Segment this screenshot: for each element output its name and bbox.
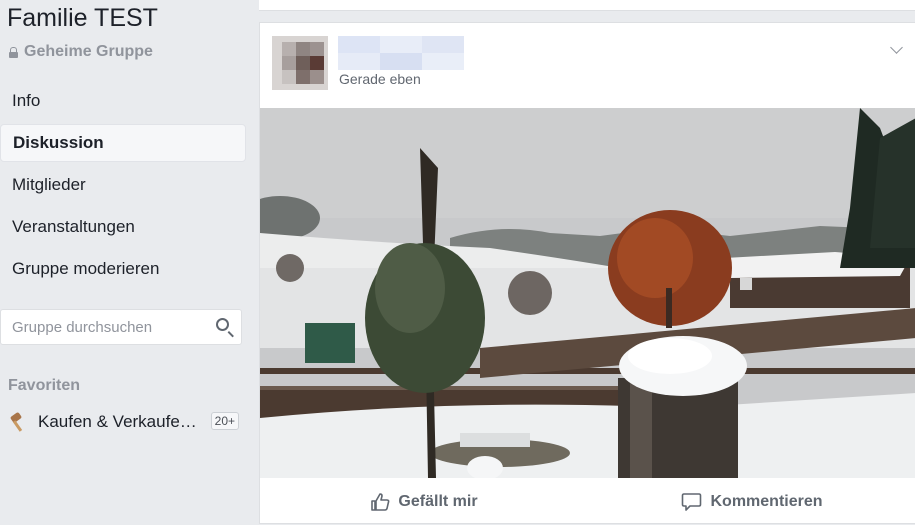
- comment-label: Kommentieren: [710, 492, 823, 510]
- post-card: Gerade eben Gefällt mir Kommentieren: [259, 22, 915, 524]
- post-timestamp[interactable]: Gerade eben: [339, 71, 421, 87]
- group-sidebar: Familie TEST Geheime Gruppe Info Diskuss…: [0, 0, 258, 524]
- gavel-icon: [6, 412, 28, 432]
- group-title[interactable]: Familie TEST: [7, 4, 158, 33]
- favorite-item-kaufen-verkaufen[interactable]: Kaufen & Verkaufe… 20+: [6, 410, 242, 434]
- nav-item-gruppe-moderieren[interactable]: Gruppe moderieren: [0, 250, 246, 288]
- favorites-heading: Favoriten: [8, 377, 81, 394]
- group-privacy: Geheime Gruppe: [9, 43, 153, 61]
- nav-item-mitglieder[interactable]: Mitglieder: [0, 166, 246, 204]
- post-actions: Gefällt mir Kommentieren: [260, 478, 915, 525]
- author-name-blurred[interactable]: [338, 36, 464, 70]
- nav-item-info[interactable]: Info: [0, 82, 246, 120]
- search-placeholder: Gruppe durchsuchen: [12, 319, 153, 336]
- comment-icon: [682, 492, 702, 511]
- like-button[interactable]: Gefällt mir: [260, 478, 588, 525]
- notification-badge: 20+: [210, 412, 239, 430]
- group-nav: Info Diskussion Mitglieder Veranstaltung…: [0, 82, 246, 292]
- chevron-down-icon[interactable]: [890, 41, 903, 54]
- nav-item-diskussion[interactable]: Diskussion: [0, 124, 246, 162]
- group-search-input[interactable]: Gruppe durchsuchen: [0, 309, 242, 345]
- nav-item-veranstaltungen[interactable]: Veranstaltungen: [0, 208, 246, 246]
- avatar[interactable]: [272, 36, 328, 90]
- privacy-label: Geheime Gruppe: [24, 43, 153, 60]
- snow-landscape-image: [260, 108, 915, 478]
- post-photo[interactable]: [260, 108, 915, 478]
- thumbs-up-icon: [371, 492, 390, 511]
- favorite-label: Kaufen & Verkaufe…: [38, 412, 197, 431]
- like-label: Gefällt mir: [398, 492, 478, 510]
- previous-post-card: [259, 0, 915, 11]
- comment-button[interactable]: Kommentieren: [588, 478, 915, 525]
- lock-icon: [9, 46, 18, 58]
- search-icon[interactable]: [216, 318, 229, 331]
